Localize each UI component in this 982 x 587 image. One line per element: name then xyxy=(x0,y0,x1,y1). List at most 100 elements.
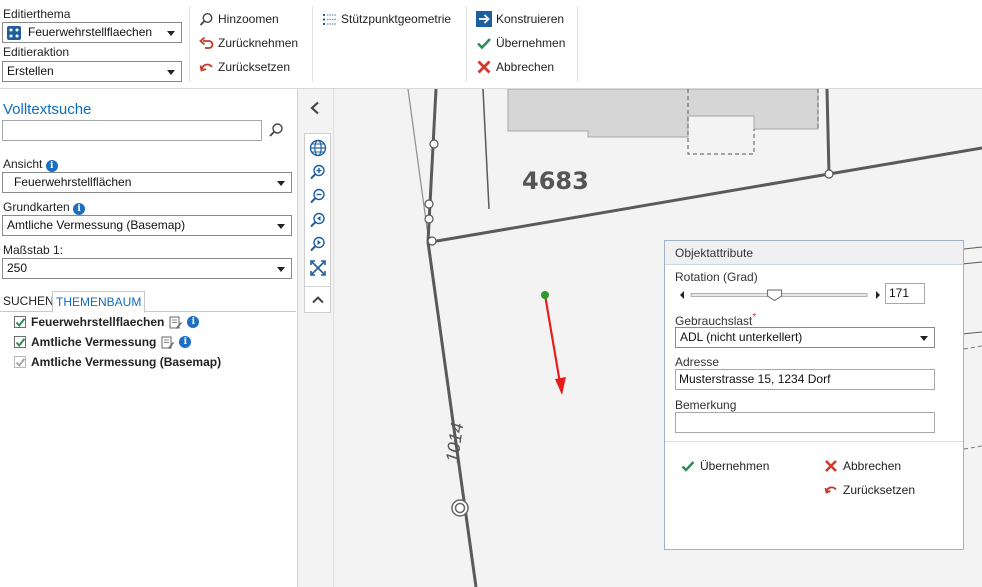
map-navigation-toolbox xyxy=(304,133,331,313)
info-icon[interactable]: i xyxy=(73,203,86,215)
chevron-down-icon xyxy=(277,224,285,229)
ribbon-divider xyxy=(189,6,190,82)
reset-arrow-icon xyxy=(824,486,837,494)
app-window: Editierthema Feuerwehrstellflaechen Edit… xyxy=(0,0,982,587)
apply-button[interactable]: Übernehmen xyxy=(476,33,565,53)
reset-arrow-icon xyxy=(199,63,213,72)
parcel-boundary xyxy=(961,261,982,335)
object-attributes-dialog: Objektattribute Rotation (Grad) 171 Gebr… xyxy=(664,240,964,550)
basemaps-select[interactable]: Amtliche Vermessung (Basemap) xyxy=(2,215,292,236)
collapse-panel-icon[interactable] xyxy=(310,101,320,115)
toolbox-divider xyxy=(305,286,330,287)
remark-input[interactable] xyxy=(675,412,935,433)
check-icon xyxy=(681,461,695,472)
dialog-apply-button[interactable]: Übernehmen xyxy=(681,459,769,473)
search-icon[interactable] xyxy=(268,122,284,138)
parcel-boundary xyxy=(430,146,982,244)
dialog-reset-button[interactable]: Zurücksetzen xyxy=(824,483,915,497)
chevron-down-icon xyxy=(167,70,175,75)
layer-row: Amtliche Vermessung (Basemap) xyxy=(14,353,221,371)
slider-right-arrow[interactable] xyxy=(876,291,880,299)
construct-label: Konstruieren xyxy=(496,12,565,26)
direction-arrow[interactable] xyxy=(543,294,562,384)
layer-theme-icon xyxy=(7,26,21,40)
layer-checkbox[interactable] xyxy=(14,336,26,348)
view-select[interactable]: Feuerwehrstellflächen xyxy=(2,172,292,193)
reset-button[interactable]: Zurücksetzen xyxy=(199,57,290,77)
tab-theme-tree[interactable]: THEMENBAUM xyxy=(52,291,146,313)
info-icon[interactable]: i xyxy=(45,160,58,172)
panel-tabs: SUCHEN THEMENBAUM xyxy=(0,291,296,313)
chevron-down-icon xyxy=(920,336,928,341)
parcel-number-label: 4683 xyxy=(522,167,589,195)
cancel-label: Abbrechen xyxy=(496,60,555,74)
view-label: Ansicht i xyxy=(3,157,58,172)
rotation-slider[interactable] xyxy=(680,289,880,302)
next-extent-icon[interactable] xyxy=(309,235,327,253)
building-footprint xyxy=(507,89,819,138)
layer-row: Amtliche Vermessung i xyxy=(14,333,192,351)
survey-point-marker xyxy=(451,499,469,517)
parcel-boundary xyxy=(963,246,982,250)
check-icon xyxy=(477,38,491,50)
previous-extent-icon[interactable] xyxy=(309,211,327,229)
usage-load-label: Gebrauchslast* xyxy=(675,312,757,328)
layer-row: Feuerwehrstellflaechen i xyxy=(14,313,200,331)
zoom-out-icon[interactable] xyxy=(309,187,327,205)
rotation-slider-graphic xyxy=(680,289,880,302)
rotation-input[interactable]: 171 xyxy=(885,283,925,304)
layer-label: Amtliche Vermessung xyxy=(31,335,157,349)
zoom-in-icon[interactable] xyxy=(309,163,327,181)
ribbon-divider xyxy=(466,6,467,82)
parcel-boundary xyxy=(482,89,490,210)
edit-layer-icon[interactable] xyxy=(169,316,183,329)
slider-thumb[interactable] xyxy=(767,289,783,302)
chevron-up-icon[interactable] xyxy=(309,291,327,309)
zoom-in-button[interactable]: Hinzoomen xyxy=(199,9,279,29)
undo-button[interactable]: Zurücknehmen xyxy=(199,33,298,53)
edit-layer-icon[interactable] xyxy=(161,336,175,349)
left-panel: Volltextsuche Ansicht i Feuerwehrstellfl… xyxy=(0,89,298,587)
construct-button[interactable]: Konstruieren xyxy=(476,9,564,29)
info-icon[interactable]: i xyxy=(179,336,192,348)
address-input[interactable]: Musterstrasse 15, 1234 Dorf xyxy=(675,369,935,390)
editing-theme-select[interactable]: Feuerwehrstellflaechen xyxy=(2,22,182,43)
dialog-title: Objektattribute xyxy=(665,241,963,265)
layer-checkbox xyxy=(14,356,26,368)
globe-icon[interactable] xyxy=(309,139,327,157)
dialog-cancel-button[interactable]: Abbrechen xyxy=(824,459,901,473)
layer-label: Feuerwehrstellflaechen xyxy=(31,315,165,329)
undo-arrow-icon xyxy=(199,36,214,49)
basemaps-label: Grundkarten i xyxy=(3,200,86,215)
search-input[interactable] xyxy=(2,120,262,141)
reset-label: Zurücksetzen xyxy=(218,60,291,74)
ribbon-toolbar: Editierthema Feuerwehrstellflaechen Edit… xyxy=(0,0,982,89)
address-label: Adresse xyxy=(675,355,720,369)
ribbon-divider xyxy=(312,6,313,82)
vertex-geometry-button[interactable]: Stützpunktgeometrie xyxy=(322,9,451,29)
usage-load-select[interactable]: ADL (nicht unterkellert) xyxy=(675,327,935,348)
cancel-button[interactable]: Abbrechen xyxy=(476,57,554,77)
undo-label: Zurücknehmen xyxy=(218,36,299,50)
vertex-geometry-label: Stützpunktgeometrie xyxy=(341,12,452,26)
info-icon[interactable]: i xyxy=(187,316,200,328)
chevron-down-icon xyxy=(277,267,285,272)
full-extent-icon[interactable] xyxy=(309,259,327,277)
editing-action-select[interactable]: Erstellen xyxy=(2,61,182,82)
ribbon-divider xyxy=(577,6,578,82)
remark-label: Bemerkung xyxy=(675,398,737,412)
direction-arrow-head xyxy=(555,377,566,395)
editing-action-value: Erstellen xyxy=(7,64,54,78)
zoom-in-label: Hinzoomen xyxy=(218,12,279,26)
apply-label: Übernehmen xyxy=(496,36,566,50)
arrow-right-icon xyxy=(476,11,492,27)
close-icon xyxy=(477,60,491,74)
scale-select[interactable]: 250 xyxy=(2,258,292,279)
parcel-boundary xyxy=(825,89,831,175)
tab-search[interactable]: SUCHEN xyxy=(0,291,57,312)
layer-label: Amtliche Vermessung (Basemap) xyxy=(31,355,222,369)
magnifier-icon xyxy=(199,12,213,26)
anchor-point[interactable] xyxy=(541,291,549,299)
layer-checkbox[interactable] xyxy=(14,316,26,328)
slider-left-arrow[interactable] xyxy=(680,291,684,299)
